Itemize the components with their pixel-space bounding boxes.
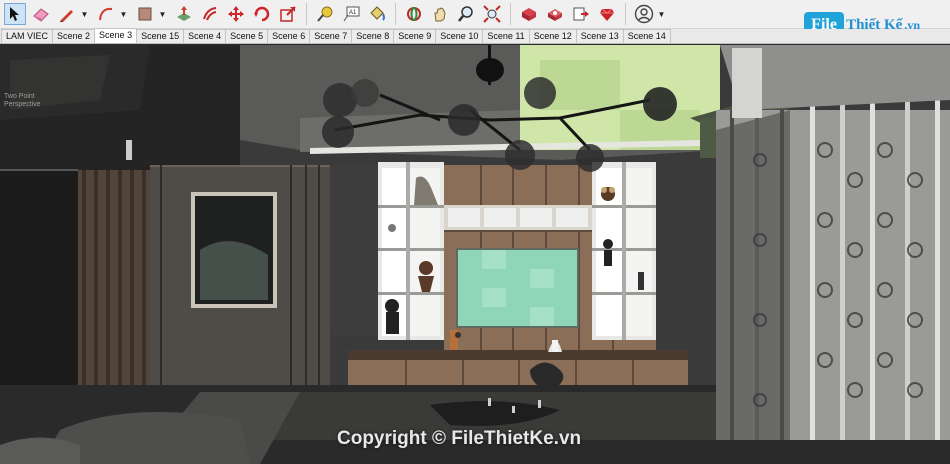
scene-tab[interactable]: Scene 5 — [225, 29, 269, 43]
scene-tab[interactable]: Scene 3 — [94, 28, 138, 43]
text-label-icon[interactable]: A1 — [340, 3, 362, 25]
arc-icon[interactable] — [95, 3, 117, 25]
send-to-layout-icon[interactable] — [570, 3, 592, 25]
3d-viewport[interactable]: Two Point Perspective — [0, 45, 950, 464]
ruby-console-icon[interactable] — [596, 3, 618, 25]
paint-bucket-icon[interactable] — [366, 3, 388, 25]
camera-label: Two Point Perspective — [4, 93, 41, 108]
extension-warehouse-icon[interactable] — [544, 3, 566, 25]
chevron-down-icon[interactable]: ▼ — [80, 3, 89, 25]
offset-icon[interactable] — [199, 3, 221, 25]
chevron-down-icon[interactable]: ▼ — [119, 3, 128, 25]
svg-text:A1: A1 — [349, 10, 357, 16]
scene-tab[interactable]: Scene 12 — [528, 29, 577, 43]
scene-tab[interactable]: Scene 7 — [309, 29, 353, 43]
rotate-icon[interactable] — [251, 3, 273, 25]
scene-tab[interactable]: Scene 9 — [393, 29, 437, 43]
scene-tab[interactable]: Scene 13 — [575, 29, 624, 43]
chevron-down-icon[interactable]: ▼ — [657, 3, 666, 25]
move-icon[interactable] — [225, 3, 247, 25]
scale-icon[interactable] — [277, 3, 299, 25]
warehouse-icon[interactable] — [518, 3, 540, 25]
scene-tab[interactable]: Scene 11 — [482, 29, 530, 43]
orbit-icon[interactable] — [403, 3, 425, 25]
scene-tab[interactable]: Scene 8 — [351, 29, 395, 43]
account-icon[interactable] — [633, 3, 655, 25]
scene-tab[interactable]: Scene 14 — [622, 29, 671, 43]
pencil-line-icon[interactable] — [56, 3, 78, 25]
scene-tab[interactable]: Scene 4 — [183, 29, 227, 43]
chevron-down-icon[interactable]: ▼ — [158, 3, 167, 25]
scene-tab[interactable]: Scene 6 — [267, 29, 311, 43]
copyright-watermark: Copyright © FileThietKe.vn — [337, 428, 582, 449]
zoom-extents-icon[interactable] — [481, 3, 503, 25]
push-pull-icon[interactable] — [173, 3, 195, 25]
tape-measure-icon[interactable] — [314, 3, 336, 25]
zoom-icon[interactable] — [455, 3, 477, 25]
scene-tab[interactable]: Scene 2 — [52, 29, 96, 43]
pan-hand-icon[interactable] — [429, 3, 451, 25]
scene-tab[interactable]: LAM VIEC — [1, 29, 54, 43]
scene-tab[interactable]: Scene 10 — [435, 29, 484, 43]
wood-slats-left — [78, 170, 150, 385]
rectangle-shape-icon[interactable] — [134, 3, 156, 25]
sketchup-window: ▼ ▼ ▼ A1 ▼ File Thiết Kế .vn LAM VIEC Sc… — [0, 0, 950, 464]
select-arrow-icon[interactable] — [4, 3, 26, 25]
eraser-icon[interactable] — [30, 3, 52, 25]
scene-tab[interactable]: Scene 15 — [136, 29, 185, 43]
main-toolbar: ▼ ▼ ▼ A1 ▼ File Thiết Kế .vn — [0, 0, 950, 38]
scene-tabs: LAM VIEC Scene 2 Scene 3 Scene 15 Scene 4 Sce… — [0, 28, 950, 44]
